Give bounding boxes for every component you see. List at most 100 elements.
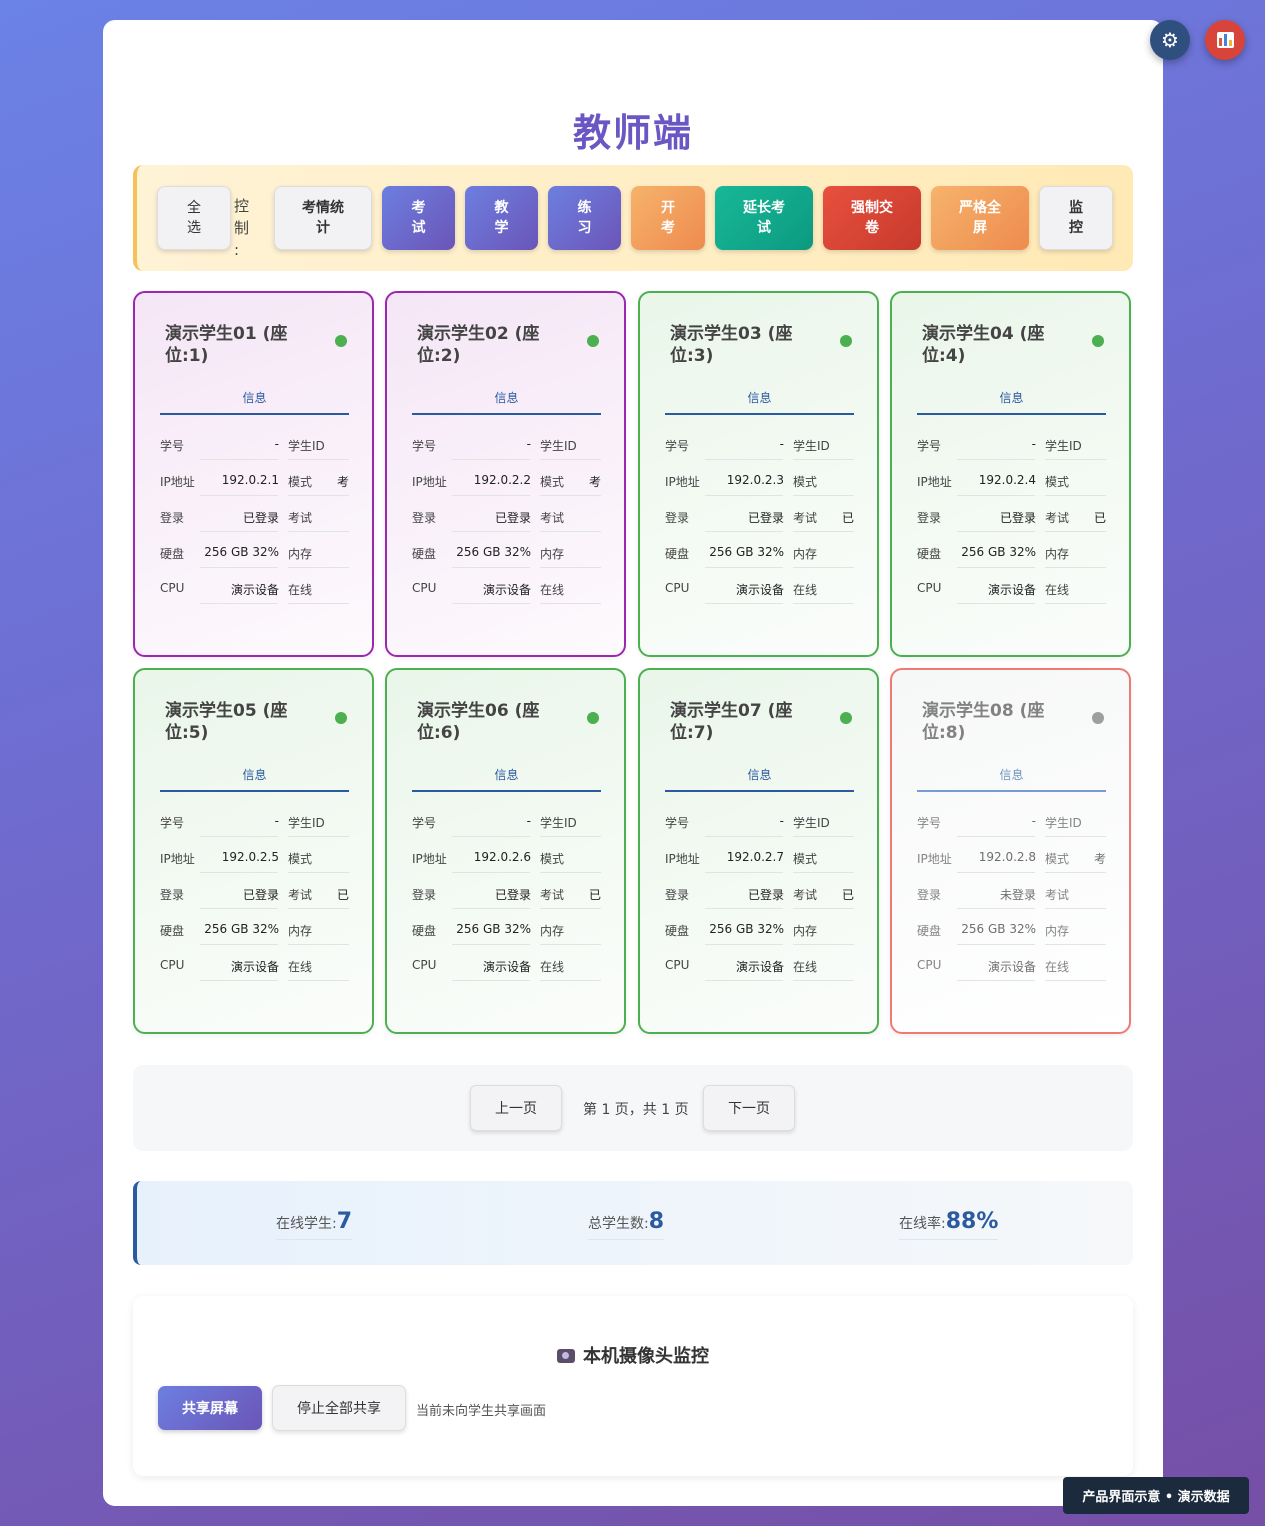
field-label: 考试: [793, 888, 818, 902]
field-label: 学生ID: [288, 816, 325, 830]
select-all-button[interactable]: 全选: [157, 186, 231, 250]
info-tab-underline: [160, 790, 349, 792]
info-tab[interactable]: 信息: [160, 766, 349, 783]
strict-fullscreen-button[interactable]: 严格全屏: [931, 186, 1029, 250]
field-value: 未登录: [999, 888, 1036, 902]
field-label: 考试: [288, 888, 313, 902]
stats-button[interactable]: [1205, 20, 1245, 60]
student-name: 演示学生01 (座位:1): [165, 324, 288, 366]
info-tab-underline: [665, 413, 854, 415]
info-row: CPU 演示设备 在线: [412, 950, 601, 986]
field-value: 192.0.2.1: [221, 473, 279, 487]
status-dot: [335, 712, 347, 724]
field-value: 已登录: [494, 888, 531, 902]
prev-page-button[interactable]: 上一页: [470, 1085, 562, 1131]
field-label: 模式: [540, 852, 565, 866]
field-label: 硬盘: [412, 924, 437, 938]
info-row: IP地址 192.0.2.7 模式: [665, 842, 854, 878]
field-value: 已: [336, 888, 349, 902]
info-row: 硬盘 256 GB 32% 内存: [665, 914, 854, 950]
info-rows: 学号 - 学生ID IP地址 192.0.2.5 模式 登录 已登录 考试 已硬盘 256 GB 3…: [160, 806, 349, 986]
student-card[interactable]: 演示学生08 (座位:8) 信息 学号 - 学生ID IP地址 192.0.2.8 模式 考登录…: [890, 668, 1131, 1034]
status-dot: [1092, 335, 1104, 347]
info-row: IP地址 192.0.2.8 模式 考: [917, 842, 1106, 878]
info-row: 登录 已登录 考试: [412, 501, 601, 537]
info-row: 硬盘 256 GB 32% 内存: [412, 914, 601, 950]
practice-mode-button[interactable]: 练习: [548, 186, 621, 250]
field-label: 模式: [793, 852, 818, 866]
exam-mode-button[interactable]: 考试: [382, 186, 455, 250]
settings-button[interactable]: ⚙: [1150, 20, 1190, 60]
student-card[interactable]: 演示学生04 (座位:4) 信息 学号 - 学生ID IP地址 192.0.2.4 模式 登录 已…: [890, 291, 1131, 657]
info-rows: 学号 - 学生ID IP地址 192.0.2.3 模式 登录 已登录 考试 已硬盘 256 GB 3…: [665, 429, 854, 609]
field-label: 学生ID: [1045, 439, 1082, 453]
info-row: CPU 演示设备 在线: [917, 950, 1106, 986]
status-dot: [587, 335, 599, 347]
info-row: 登录 已登录 考试 已: [160, 878, 349, 914]
field-value: 演示设备: [230, 960, 279, 974]
share-status-text: 当前未向学生共享画面: [416, 1404, 547, 1419]
monitor-button[interactable]: 监控: [1039, 186, 1113, 250]
field-value: -: [1031, 814, 1036, 828]
field-label: 内存: [793, 924, 818, 938]
field-label: IP地址: [665, 852, 700, 866]
field-label: 登录: [917, 511, 942, 525]
field-label: 学号: [412, 439, 437, 453]
student-card[interactable]: 演示学生07 (座位:7) 信息 学号 - 学生ID IP地址 192.0.2.7 模式 登录 已…: [638, 668, 879, 1034]
info-tab-underline: [917, 790, 1106, 792]
info-row: 学号 - 学生ID: [917, 806, 1106, 842]
field-label: 内存: [288, 547, 313, 561]
field-label: 登录: [160, 888, 185, 902]
field-value: 256 GB 32%: [204, 922, 279, 936]
teach-mode-button[interactable]: 教学: [465, 186, 538, 250]
field-label: CPU: [917, 581, 942, 595]
field-label: 在线: [1045, 960, 1070, 974]
exam-stats-button[interactable]: 考情统计: [274, 186, 372, 250]
field-value: 256 GB 32%: [709, 922, 784, 936]
info-tab[interactable]: 信息: [412, 766, 601, 783]
stop-all-sharing-button[interactable]: 停止全部共享: [272, 1385, 406, 1431]
bar-chart-icon: [1216, 32, 1234, 48]
extend-exam-button[interactable]: 延长考试: [715, 186, 813, 250]
status-dot: [335, 335, 347, 347]
info-tab[interactable]: 信息: [665, 766, 854, 783]
field-value: 256 GB 32%: [961, 922, 1036, 936]
share-screen-button[interactable]: 共享屏幕: [158, 1386, 262, 1430]
student-name: 演示学生05 (座位:5): [165, 701, 288, 743]
field-value: -: [274, 437, 279, 451]
field-label: 登录: [412, 888, 437, 902]
info-tab[interactable]: 信息: [665, 389, 854, 406]
student-card[interactable]: 演示学生06 (座位:6) 信息 学号 - 学生ID IP地址 192.0.2.6 模式 登录 已…: [385, 668, 626, 1034]
field-label: 硬盘: [665, 924, 690, 938]
info-row: 学号 - 学生ID: [160, 806, 349, 842]
field-label: 硬盘: [917, 547, 942, 561]
info-row: 登录 已登录 考试 已: [917, 501, 1106, 537]
info-tab[interactable]: 信息: [160, 389, 349, 406]
field-label: CPU: [665, 581, 690, 595]
info-tab[interactable]: 信息: [917, 389, 1106, 406]
demo-badge: 产品界面示意 • 演示数据: [1063, 1477, 1249, 1514]
field-label: 内存: [793, 547, 818, 561]
student-card[interactable]: 演示学生02 (座位:2) 信息 学号 - 学生ID IP地址 192.0.2.2 模式 考登录…: [385, 291, 626, 657]
info-tab[interactable]: 信息: [917, 766, 1106, 783]
field-label: 模式: [288, 475, 313, 489]
info-tab-underline: [665, 790, 854, 792]
info-row: CPU 演示设备 在线: [412, 573, 601, 609]
info-tab[interactable]: 信息: [412, 389, 601, 406]
field-label: CPU: [412, 581, 437, 595]
camera-panel: 本机摄像头监控 共享屏幕 停止全部共享 当前未向学生共享画面: [133, 1296, 1133, 1476]
info-row: 登录 已登录 考试 已: [665, 501, 854, 537]
student-card[interactable]: 演示学生03 (座位:3) 信息 学号 - 学生ID IP地址 192.0.2.3 模式 登录 已…: [638, 291, 879, 657]
field-label: 学生ID: [1045, 816, 1082, 830]
student-card[interactable]: 演示学生01 (座位:1) 信息 学号 - 学生ID IP地址 192.0.2.1 模式 考登录…: [133, 291, 374, 657]
force-submit-button[interactable]: 强制交卷: [823, 186, 921, 250]
info-row: IP地址 192.0.2.3 模式: [665, 465, 854, 501]
field-label: 模式: [793, 475, 818, 489]
start-exam-button[interactable]: 开考: [631, 186, 705, 250]
online-count-stat: 在线学生:7: [276, 1209, 353, 1240]
next-page-button[interactable]: 下一页: [703, 1085, 795, 1131]
field-value: -: [526, 814, 531, 828]
student-card[interactable]: 演示学生05 (座位:5) 信息 学号 - 学生ID IP地址 192.0.2.5 模式 登录 已…: [133, 668, 374, 1034]
field-label: 在线: [793, 960, 818, 974]
info-row: 登录 未登录 考试: [917, 878, 1106, 914]
